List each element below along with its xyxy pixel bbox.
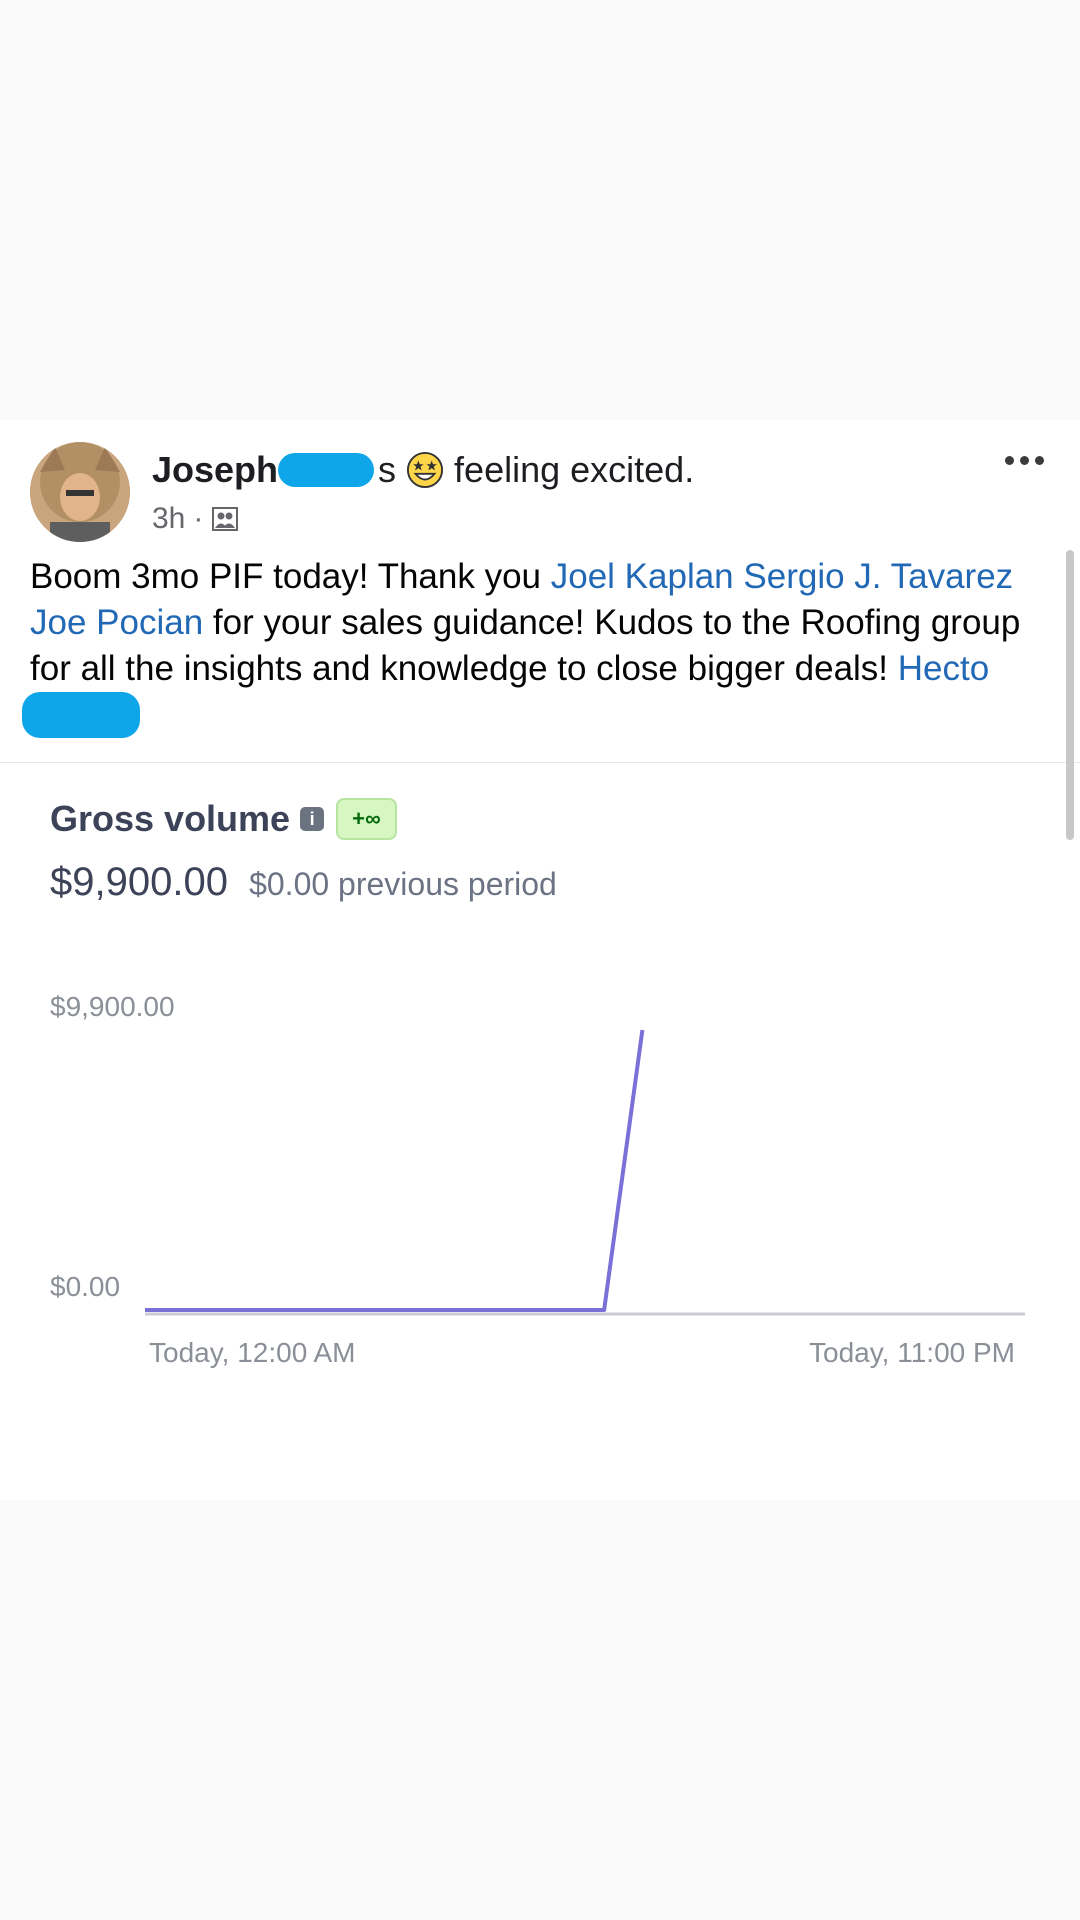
more-dot [1020,456,1029,465]
gross-volume-total: $9,900.00 [50,860,228,904]
post-body: Boom 3mo PIF today! Thank you Joel Kapla… [22,554,1040,740]
author-line: Joseph s feeling excited. [152,448,694,492]
redaction-mark [278,453,375,487]
post-text-space [734,557,744,596]
chart-svg: $9,900.00 $0.00 Today, 12:00 AM Today, 11:0… [50,991,1025,1368]
post-header: Joseph s feeling excited. 3h · [0,420,1080,542]
friends-icon[interactable] [211,505,239,533]
y-tick-label: $0.00 [50,1271,120,1302]
y-tick-label: $9,900.00 [50,991,175,1022]
post-text-intro: Boom 3mo PIF today! Thank you [30,557,551,596]
meta-separator: · [193,502,204,535]
mention-sergio-tavarez[interactable]: Sergio J. Tavarez [743,557,1013,596]
previous-period: $0.00 previous period [249,866,557,902]
more-options-icon[interactable] [1005,456,1044,465]
gross-volume-heading: Gross volume i +∞ [50,798,397,840]
info-icon[interactable]: i [300,807,325,831]
mention-joel-kaplan[interactable]: Joel Kaplan [551,557,734,596]
author-name[interactable]: Joseph [152,448,278,492]
change-badge: +∞ [336,798,397,840]
gross-volume-card: Gross volume i +∞ $9,900.00 $0.00 previo… [0,770,1080,1450]
mention-hector[interactable]: Hecto [898,649,989,688]
x-tick-label: Today, 12:00 AM [149,1337,356,1368]
facebook-post: Joseph s feeling excited. 3h · Boom 3mo … [0,420,1080,1500]
feeling-text: feeling excited. [454,449,695,490]
post-timestamp[interactable]: 3h [152,502,185,536]
avatar-image [30,442,130,542]
gross-volume-title: Gross volume [50,798,291,839]
redaction-mark [22,692,140,738]
author-avatar[interactable] [30,442,130,542]
gross-volume-series-line [145,1029,645,1312]
mention-joe-pocian[interactable]: Joe Pocian [30,603,203,642]
divider [0,762,1080,763]
gross-volume-values: $9,900.00 $0.00 previous period [50,860,557,905]
x-tick-label: Today, 11:00 PM [809,1337,1015,1368]
more-dot [1035,456,1044,465]
post-meta: 3h · [152,502,239,536]
more-dot [1005,456,1014,465]
gross-volume-chart: $9,900.00 $0.00 Today, 12:00 AM Today, 11:0… [0,970,1080,1450]
star-struck-emoji-icon [406,451,444,489]
author-name-suffix[interactable]: s [378,448,396,492]
